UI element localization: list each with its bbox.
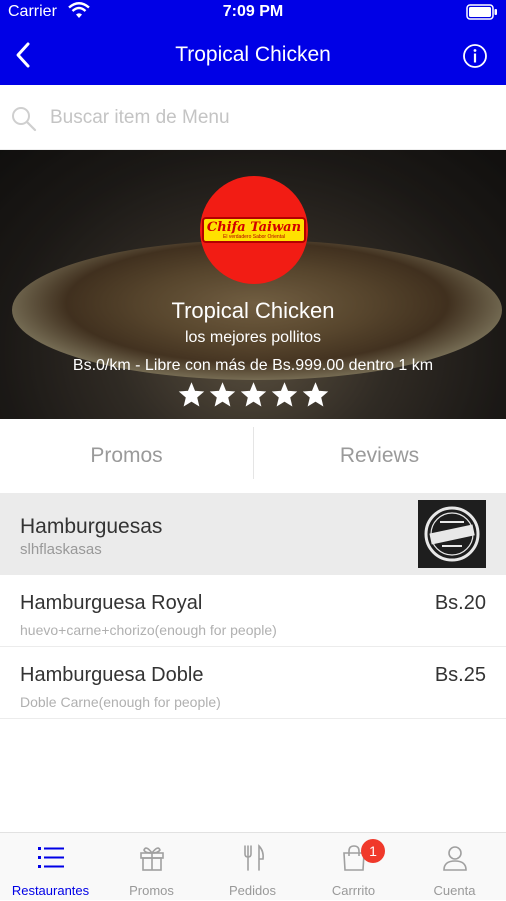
fork-knife-icon <box>202 843 303 878</box>
tabbar-label: Carrrito <box>331 883 376 898</box>
tabbar-item-carrito[interactable]: 1 Carrrito <box>303 833 404 901</box>
menu-item-price: Bs.25 <box>434 664 486 686</box>
search-icon <box>10 105 38 138</box>
search-input[interactable] <box>50 99 490 137</box>
status-bar: Carrier 7:09 PM <box>0 0 506 26</box>
logo-tagline: El verdadero Sabor Oriental <box>223 233 285 240</box>
navigation-bar: Tropical Chicken <box>0 26 506 85</box>
cart-count-badge: 1 <box>361 839 385 863</box>
tab-reviews[interactable]: Reviews <box>253 419 506 493</box>
menu-item-name: Hamburguesa Royal <box>20 592 203 614</box>
tabbar-label: Promos <box>129 883 174 898</box>
restaurant-logo: Chifa Taiwan El verdadero Sabor Oriental <box>200 176 308 284</box>
delivery-info: Bs.0/km - Libre con más de Bs.999.00 den… <box>72 357 434 374</box>
list-icon <box>0 843 101 878</box>
bottom-tab-bar: Restaurantes Promos Pedidos 1 Carrrito C… <box>0 832 506 900</box>
star-icon <box>209 382 235 407</box>
battery-icon <box>466 4 498 25</box>
tabbar-label: Restaurantes <box>11 883 90 898</box>
star-icon <box>178 382 204 407</box>
search-bar <box>0 85 506 150</box>
star-icon <box>302 382 328 407</box>
restaurant-hero: Chifa Taiwan El verdadero Sabor Oriental… <box>0 150 506 419</box>
restaurant-name: Tropical Chicken <box>171 298 335 323</box>
tabbar-label: Pedidos <box>229 883 276 898</box>
gift-icon <box>101 843 202 878</box>
category-thumbnail <box>418 500 486 568</box>
tabbar-item-pedidos[interactable]: Pedidos <box>202 833 303 901</box>
category-header[interactable]: Hamburguesas slhflaskasas <box>0 493 506 575</box>
menu-item-description: huevo+carne+chorizo(enough for people) <box>20 622 277 638</box>
segmented-tabs: Promos Reviews <box>0 419 506 493</box>
shopping-bag-icon <box>303 843 404 878</box>
nav-title: Tropical Chicken <box>175 43 331 66</box>
menu-item-price: Bs.20 <box>434 592 486 614</box>
status-time: 7:09 PM <box>222 3 284 20</box>
logo-text: Chifa Taiwan <box>206 219 302 235</box>
category-subtitle: slhflaskasas <box>20 541 102 558</box>
star-icon <box>240 382 266 407</box>
tab-promos[interactable]: Promos <box>0 419 253 493</box>
star-icon <box>271 382 297 407</box>
menu-item[interactable]: Hamburguesa Royal huevo+carne+chorizo(en… <box>0 575 506 647</box>
tabbar-item-promos[interactable]: Promos <box>101 833 202 901</box>
tabbar-label: Cuenta <box>433 883 476 898</box>
menu-item-description: Doble Carne(enough for people) <box>20 694 221 710</box>
menu-item[interactable]: Hamburguesa Doble Doble Carne(enough for… <box>0 647 506 719</box>
info-icon[interactable] <box>462 43 488 69</box>
category-title: Hamburguesas <box>20 515 163 538</box>
restaurant-slogan: los mejores pollitos <box>184 329 322 346</box>
rating-stars <box>0 382 506 413</box>
user-icon <box>404 843 505 878</box>
tabbar-item-restaurantes[interactable]: Restaurantes <box>0 833 101 901</box>
menu-item-name: Hamburguesa Doble <box>20 664 204 686</box>
tabbar-item-cuenta[interactable]: Cuenta <box>404 833 505 901</box>
